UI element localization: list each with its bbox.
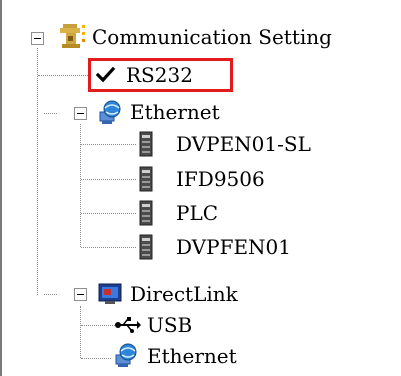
tree-line-ethernet-children — [80, 124, 81, 247]
usb-icon — [115, 316, 141, 338]
network-computer-icon — [112, 341, 140, 373]
tree-item-rs232[interactable]: RS232 — [126, 63, 193, 87]
tree-item-ifd9506[interactable]: IFD9506 — [176, 167, 265, 191]
tree-line-child-2 — [81, 179, 136, 180]
tree-line-directlink — [44, 294, 57, 295]
network-computer-icon — [96, 98, 124, 130]
tree-item-ethernet[interactable]: Ethernet — [130, 100, 220, 124]
communication-tree: Communication Setting RS232 Ethernet DVP… — [0, 0, 401, 376]
tree-line-child-3 — [81, 213, 136, 214]
tree-item-directlink[interactable]: DirectLink — [130, 282, 238, 306]
tree-item-communication-setting[interactable]: Communication Setting — [92, 25, 332, 49]
expand-collapse-root[interactable] — [31, 32, 44, 45]
directlink-monitor-icon — [97, 281, 123, 311]
tree-line-ethernet — [44, 113, 57, 114]
tree-line-child-1 — [81, 144, 136, 145]
settings-gear-icon — [54, 22, 86, 56]
tree-item-dvpfen01[interactable]: DVPFEN01 — [176, 235, 291, 259]
tree-item-usb[interactable]: USB — [147, 313, 192, 337]
device-module-icon — [137, 200, 155, 230]
tree-line-child-4 — [81, 247, 136, 248]
tree-line-usb — [81, 325, 115, 326]
device-module-icon — [137, 131, 155, 161]
device-module-icon — [137, 166, 155, 196]
tree-item-dvpen01-sl[interactable]: DVPEN01-SL — [176, 132, 311, 156]
tree-line-rs232 — [38, 75, 88, 76]
expand-collapse-ethernet[interactable] — [74, 107, 87, 120]
tree-line-directlink-children — [80, 306, 81, 358]
tree-item-directlink-ethernet[interactable]: Ethernet — [147, 344, 237, 368]
tree-item-plc[interactable]: PLC — [176, 201, 218, 225]
checkmark-icon — [95, 66, 116, 88]
tree-line-dl-ethernet — [81, 358, 111, 359]
expand-collapse-directlink[interactable] — [74, 288, 87, 301]
tree-line-root — [37, 48, 38, 295]
device-module-icon — [137, 234, 155, 264]
